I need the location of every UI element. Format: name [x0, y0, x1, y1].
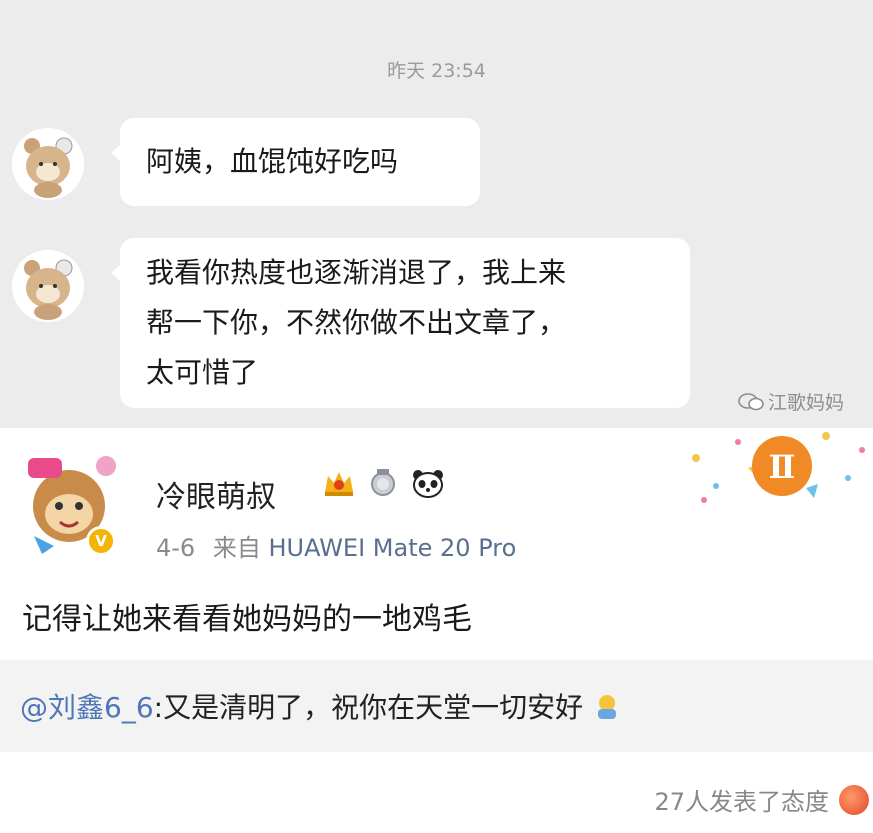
- rank-medal-icon[interactable]: [366, 468, 400, 498]
- crown-vip-icon[interactable]: [322, 468, 356, 498]
- verified-badge-icon: V: [86, 526, 116, 556]
- post-date: 4-6: [156, 534, 196, 562]
- wechat-icon: [738, 392, 764, 410]
- device-name[interactable]: HUAWEI Mate 20 Pro: [268, 534, 516, 562]
- praying-emoji-icon: [597, 695, 616, 719]
- username[interactable]: 冷眼萌叔: [156, 472, 276, 516]
- user-badges: [322, 468, 446, 498]
- quote-body: :又是清明了，祝你在天堂一切安好: [153, 691, 584, 724]
- bear-avatar-icon[interactable]: [12, 250, 84, 322]
- svg-text:Ⅱ: Ⅱ: [769, 448, 796, 486]
- watermark: 江歌妈妈: [738, 388, 844, 415]
- quoted-comment[interactable]: @刘鑫6_6:又是清明了，祝你在天堂一切安好: [0, 660, 873, 752]
- reactions-summary[interactable]: 27人发表了态度: [654, 782, 869, 817]
- post-meta: 4-6 来自 HUAWEI Mate 20 Pro: [156, 528, 516, 563]
- message-line: 帮一下你，不然你做不出文章了，: [146, 306, 567, 339]
- reactions-count: 27人发表了态度: [654, 788, 829, 816]
- bear-avatar-icon[interactable]: [12, 128, 84, 200]
- weibo-post: V 冷眼萌叔 4-6 来自 HUAWEI Mate 20 Pro Ⅱ 记得让她来…: [0, 428, 873, 833]
- chat-bubble: 我看你热度也逐渐消退了，我上来 帮一下你，不然你做不出文章了， 太可惜了: [111, 238, 690, 408]
- message-line: 太可惜了: [146, 356, 259, 389]
- chat-timestamp: 昨天 23:54: [387, 60, 486, 82]
- message-text: 阿姨，血馄饨好吃吗: [146, 145, 399, 178]
- source-prefix: 来自: [212, 534, 261, 562]
- quoted-comment-text: @刘鑫6_6:又是清明了，祝你在天堂一切安好: [20, 686, 622, 726]
- chat-bubble: 阿姨，血馄饨好吃吗: [111, 118, 480, 206]
- post-content: 记得让她来看看她妈妈的一地鸡毛: [22, 602, 472, 637]
- watermark-text: 江歌妈妈: [768, 392, 845, 414]
- message-line: 我看你热度也逐渐消退了，我上来: [146, 256, 567, 289]
- mention-link[interactable]: @刘鑫6_6: [20, 691, 154, 724]
- panda-icon[interactable]: [410, 468, 446, 498]
- gemini-decoration-icon: Ⅱ: [692, 432, 865, 503]
- chat-screenshot: 昨天 23:54 阿姨，血馄饨好吃吗 我看你热度也逐渐消退了，我上来 帮一下你，…: [0, 0, 873, 428]
- reaction-emoji-icon: [839, 784, 869, 815]
